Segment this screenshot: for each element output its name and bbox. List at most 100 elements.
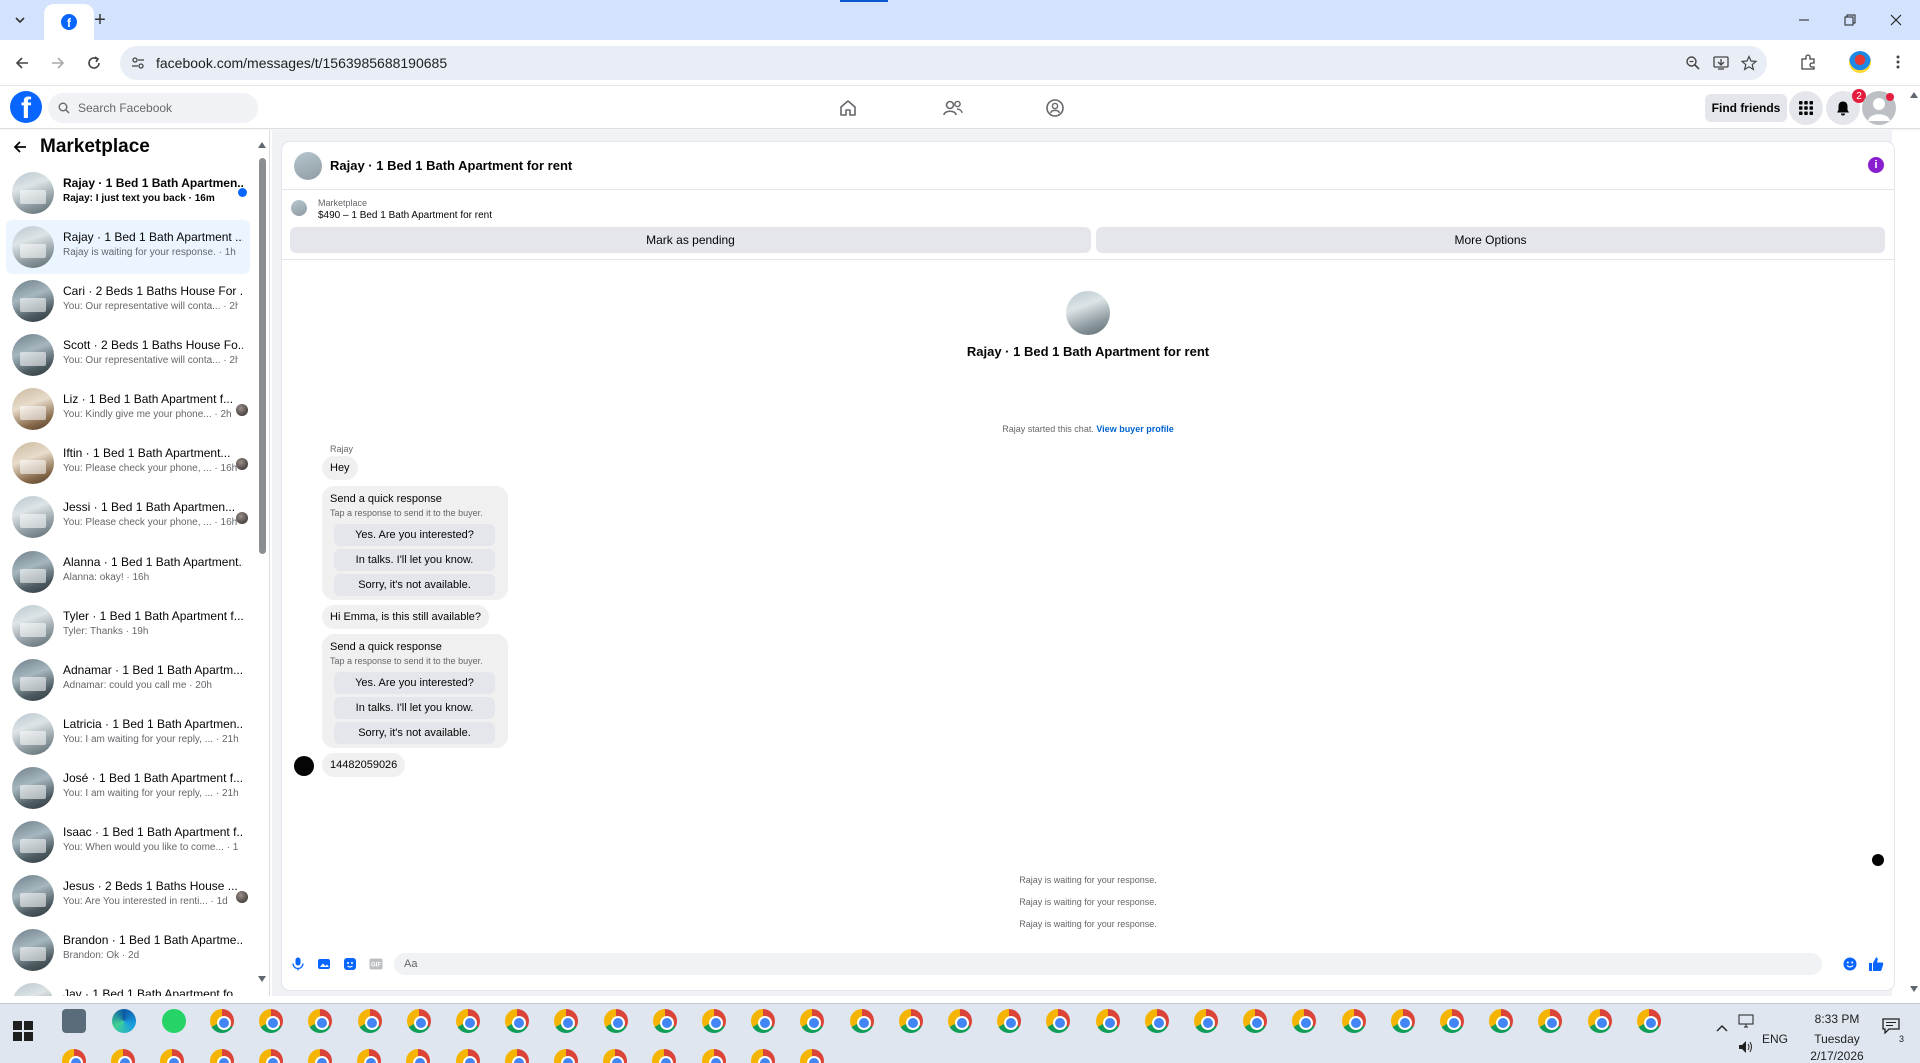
chrome-window-icon[interactable] <box>357 1049 382 1063</box>
conversation-item[interactable]: José · 1 Bed 1 Bath Apartment f... You: … <box>6 761 250 815</box>
scroll-up-arrow-icon[interactable] <box>1910 92 1918 98</box>
close-window-icon[interactable] <box>1874 6 1918 34</box>
chrome-window-icon[interactable] <box>1194 1009 1218 1033</box>
app-icon[interactable] <box>62 1009 86 1033</box>
conversation-item[interactable]: Rajay · 1 Bed 1 Bath Apartment ... Rajay… <box>6 220 250 275</box>
facebook-search-box[interactable] <box>48 93 258 123</box>
chrome-window-icon[interactable] <box>603 1049 628 1063</box>
chrome-window-icon[interactable] <box>750 1049 775 1063</box>
sidebar-scrollbar[interactable] <box>258 142 266 982</box>
quick-response-in-talks-button[interactable]: In talks. I'll let you know. <box>334 549 495 571</box>
chrome-window-icon[interactable] <box>849 1009 874 1033</box>
bookmark-star-icon[interactable] <box>1740 54 1758 72</box>
chrome-window-icon[interactable] <box>210 1009 234 1033</box>
chrome-window-icon[interactable] <box>505 1009 530 1033</box>
conversation-item[interactable]: Cari · 2 Beds 1 Baths House For ... You:… <box>6 274 250 328</box>
chrome-window-icon[interactable] <box>455 1049 480 1063</box>
conversation-item[interactable]: Rajay · 1 Bed 1 Bath Apartmen... Rajay: … <box>6 166 250 220</box>
listing-title[interactable]: $490 – 1 Bed 1 Bath Apartment for rent <box>318 210 492 221</box>
chrome-window-icon[interactable] <box>1046 1009 1071 1033</box>
chrome-window-icon[interactable] <box>1292 1009 1317 1033</box>
chrome-window-icon[interactable] <box>1144 1009 1169 1033</box>
quick-response-yes-button[interactable]: Yes. Are you interested? <box>334 672 495 694</box>
message-input[interactable] <box>394 953 1822 975</box>
chat-header-thumbnail[interactable] <box>294 152 322 180</box>
chrome-window-icon[interactable] <box>259 1009 284 1033</box>
clock-day[interactable]: Tuesday <box>1808 1032 1866 1046</box>
photo-icon[interactable] <box>316 956 332 972</box>
chrome-window-icon[interactable] <box>554 1049 578 1063</box>
chrome-window-icon[interactable] <box>603 1009 628 1033</box>
chrome-window-icon[interactable] <box>1636 1009 1661 1033</box>
extensions-puzzle-icon[interactable] <box>1796 50 1820 74</box>
scroll-up-arrow-icon[interactable] <box>258 142 266 148</box>
conversation-item[interactable]: Tyler · 1 Bed 1 Bath Apartment f... Tyle… <box>6 599 250 653</box>
new-tab-plus-icon[interactable]: + <box>88 8 112 32</box>
sidebar-scrollbar-thumb[interactable] <box>259 158 266 554</box>
friends-icon[interactable] <box>942 97 964 119</box>
chrome-window-icon[interactable] <box>308 1049 332 1063</box>
sender-avatar[interactable] <box>294 756 314 776</box>
reload-icon[interactable] <box>82 51 106 75</box>
chrome-window-icon[interactable] <box>209 1049 234 1063</box>
chrome-window-icon[interactable] <box>406 1049 431 1063</box>
chrome-window-icon[interactable] <box>308 1009 333 1033</box>
site-settings-icon[interactable] <box>130 55 146 71</box>
profile-avatar-icon[interactable] <box>1848 50 1872 74</box>
chrome-window-icon[interactable] <box>898 1009 923 1033</box>
restore-icon[interactable] <box>1828 6 1872 34</box>
chrome-window-icon[interactable] <box>357 1009 382 1033</box>
address-bar[interactable]: facebook.com/messages/t/1563985688190685 <box>120 46 1767 80</box>
clock-date[interactable]: 2/17/2026 <box>1803 1049 1871 1061</box>
volume-icon[interactable] <box>1738 1040 1754 1054</box>
microphone-icon[interactable] <box>290 956 306 972</box>
chrome-window-icon[interactable] <box>504 1049 529 1063</box>
view-buyer-profile-link[interactable]: View buyer profile <box>1096 424 1173 434</box>
info-icon[interactable]: i <box>1868 157 1884 173</box>
chrome-window-icon[interactable] <box>652 1049 677 1063</box>
chrome-window-icon[interactable] <box>456 1009 480 1033</box>
chevron-up-icon[interactable] <box>1716 1024 1728 1032</box>
quick-response-not-available-button[interactable]: Sorry, it's not available. <box>334 574 495 596</box>
home-icon[interactable] <box>837 97 859 119</box>
conversation-item[interactable]: Jay · 1 Bed 1 Bath Apartment fo... <box>6 977 250 996</box>
conversation-item[interactable]: Alanna · 1 Bed 1 Bath Apartment... Alann… <box>6 545 250 599</box>
conversation-item[interactable]: Brandon · 1 Bed 1 Bath Apartme... Brando… <box>6 923 250 977</box>
chrome-window-icon[interactable] <box>406 1009 431 1033</box>
conversation-item[interactable]: Iftin · 1 Bed 1 Bath Apartment... You: P… <box>6 436 250 490</box>
tab-search-chevron-icon[interactable] <box>8 8 32 32</box>
quick-response-not-available-button[interactable]: Sorry, it's not available. <box>334 722 495 744</box>
conversation-item[interactable]: Isaac · 1 Bed 1 Bath Apartment f... You:… <box>6 815 250 869</box>
emoji-icon[interactable] <box>1842 956 1858 972</box>
page-scrollbar[interactable] <box>1908 92 1920 992</box>
quick-response-yes-button[interactable]: Yes. Are you interested? <box>334 524 495 546</box>
chrome-window-icon[interactable] <box>1538 1009 1563 1033</box>
chrome-window-icon[interactable] <box>997 1009 1022 1033</box>
chrome-window-icon[interactable] <box>1587 1009 1612 1033</box>
language-indicator[interactable]: ENG <box>1762 1032 1788 1046</box>
url-text[interactable]: facebook.com/messages/t/1563985688190685 <box>156 55 447 71</box>
scroll-down-arrow-icon[interactable] <box>258 976 266 982</box>
thumbs-up-icon[interactable] <box>1868 956 1884 972</box>
network-icon[interactable] <box>1738 1014 1754 1028</box>
browser-tab-facebook[interactable]: f <box>44 4 94 40</box>
more-options-button[interactable]: More Options <box>1096 227 1885 253</box>
back-arrow-icon[interactable] <box>10 51 34 75</box>
chat-title[interactable]: Rajay · 1 Bed 1 Bath Apartment for rent <box>330 158 572 173</box>
chrome-window-icon[interactable] <box>800 1009 825 1033</box>
minimize-icon[interactable] <box>1782 6 1826 34</box>
browser-menu-icon[interactable] <box>1886 50 1910 74</box>
chrome-window-icon[interactable] <box>702 1009 726 1033</box>
listing-thumbnail[interactable] <box>291 200 307 216</box>
sticker-icon[interactable] <box>342 956 358 972</box>
chrome-window-icon[interactable] <box>1390 1009 1415 1033</box>
groups-icon[interactable] <box>1044 97 1066 119</box>
notification-center-icon[interactable] <box>1882 1018 1900 1034</box>
conversation-item[interactable]: Latricia · 1 Bed 1 Bath Apartmen... You:… <box>6 707 250 761</box>
chrome-window-icon[interactable] <box>1440 1009 1464 1033</box>
back-arrow-icon[interactable] <box>12 139 28 155</box>
chrome-window-icon[interactable] <box>652 1009 677 1033</box>
conversation-item[interactable]: Scott · 2 Beds 1 Baths House Fo... You: … <box>6 328 250 382</box>
clock-time[interactable]: 8:33 PM <box>1808 1012 1866 1026</box>
chrome-window-icon[interactable] <box>751 1009 776 1033</box>
